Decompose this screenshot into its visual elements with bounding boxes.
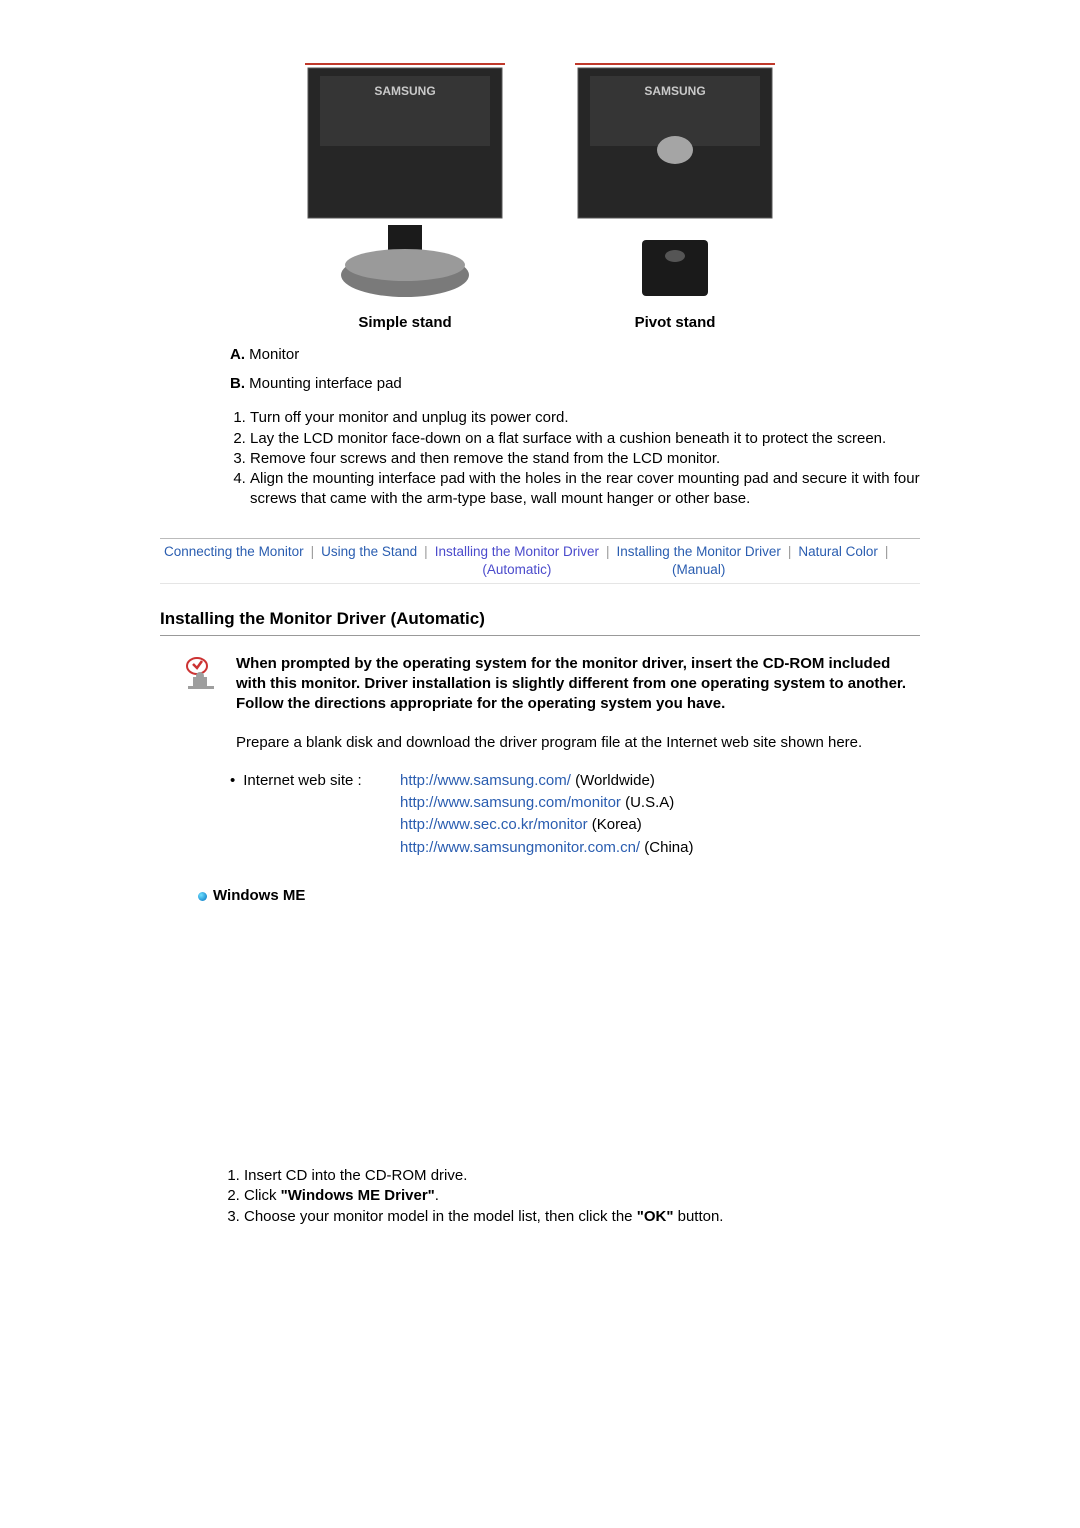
- os-heading-windows-me: Windows ME: [198, 886, 920, 906]
- divider: [160, 538, 920, 539]
- mounting-step: Lay the LCD monitor face-down on a flat …: [250, 429, 920, 449]
- me-step: Click "Windows ME Driver".: [244, 1186, 920, 1206]
- tab-divider: |: [785, 543, 795, 561]
- pivot-stand-image: SAMSUNG: [570, 60, 780, 305]
- section-tabs: Connecting the Monitor | Using the Stand…: [160, 543, 920, 584]
- mounting-step: Remove four screws and then remove the s…: [250, 449, 920, 469]
- link-region: (Korea): [592, 816, 642, 833]
- driver-note: When prompted by the operating system fo…: [184, 654, 920, 753]
- note-bold-text: When prompted by the operating system fo…: [236, 654, 920, 715]
- tab-install-driver-auto[interactable]: Installing the Monitor Driver (Automatic…: [431, 543, 603, 579]
- website-links: http://www.samsung.com/ (Worldwide) http…: [400, 771, 920, 860]
- website-link-row: http://www.sec.co.kr/monitor (Korea): [400, 815, 920, 835]
- website-link-row: http://www.samsung.com/ (Worldwide): [400, 771, 920, 791]
- section-title: Installing the Monitor Driver (Automatic…: [160, 608, 920, 631]
- tab-install-driver-manual[interactable]: Installing the Monitor Driver (Manual): [613, 543, 785, 579]
- me-step: Choose your monitor model in the model l…: [244, 1207, 920, 1227]
- mounting-step: Turn off your monitor and unplug its pow…: [250, 408, 920, 428]
- tab-divider: |: [603, 543, 613, 561]
- definition-b: B. Mounting interface pad: [230, 370, 920, 399]
- link-samsung-worldwide[interactable]: http://www.samsung.com/: [400, 772, 571, 789]
- link-sec-korea[interactable]: http://www.sec.co.kr/monitor: [400, 816, 588, 833]
- os-heading-text: Windows ME: [213, 886, 305, 906]
- svg-text:SAMSUNG: SAMSUNG: [374, 84, 435, 98]
- link-region: (China): [644, 839, 693, 856]
- pivot-stand-column: SAMSUNG Pivot stand: [570, 60, 780, 333]
- tab-divider: |: [421, 543, 431, 561]
- link-region: (Worldwide): [575, 772, 655, 789]
- simple-stand-caption: Simple stand: [358, 313, 451, 333]
- stand-definitions: A. Monitor B. Mounting interface pad: [230, 341, 920, 398]
- monitor-images-row: SAMSUNG Simple stand SAMSUNG Pivot stand: [160, 60, 920, 333]
- tab-using-stand[interactable]: Using the Stand: [317, 543, 421, 561]
- page-container: SAMSUNG Simple stand SAMSUNG Pivot stand: [120, 0, 960, 1347]
- bullet-icon: [198, 892, 207, 901]
- note-plain-text: Prepare a blank disk and download the dr…: [236, 733, 920, 753]
- website-link-row: http://www.samsungmonitor.com.cn/ (China…: [400, 838, 920, 858]
- tab-connecting-monitor[interactable]: Connecting the Monitor: [160, 543, 308, 561]
- definition-a: A. Monitor: [230, 341, 920, 370]
- link-region: (U.S.A): [625, 794, 674, 811]
- website-list-label: Internet web site :: [230, 771, 400, 791]
- link-samsung-usa[interactable]: http://www.samsung.com/monitor: [400, 794, 621, 811]
- svg-text:SAMSUNG: SAMSUNG: [644, 84, 705, 98]
- note-body: When prompted by the operating system fo…: [236, 654, 920, 753]
- pivot-stand-caption: Pivot stand: [635, 313, 716, 333]
- title-underline: [160, 635, 920, 636]
- website-list: Internet web site : http://www.samsung.c…: [230, 771, 920, 860]
- link-samsung-china[interactable]: http://www.samsungmonitor.com.cn/: [400, 839, 640, 856]
- me-step: Insert CD into the CD-ROM drive.: [244, 1166, 920, 1186]
- website-link-row: http://www.samsung.com/monitor (U.S.A): [400, 793, 920, 813]
- windows-me-steps: Insert CD into the CD-ROM drive. Click "…: [224, 1166, 920, 1227]
- tab-natural-color[interactable]: Natural Color: [794, 543, 882, 561]
- tab-divider: |: [882, 543, 892, 561]
- tab-divider: |: [308, 543, 318, 561]
- simple-stand-column: SAMSUNG Simple stand: [300, 60, 510, 333]
- mounting-step: Align the mounting interface pad with th…: [250, 469, 920, 510]
- mounting-steps: Turn off your monitor and unplug its pow…: [230, 408, 920, 509]
- simple-stand-image: SAMSUNG: [300, 60, 510, 305]
- note-icon: [184, 656, 220, 698]
